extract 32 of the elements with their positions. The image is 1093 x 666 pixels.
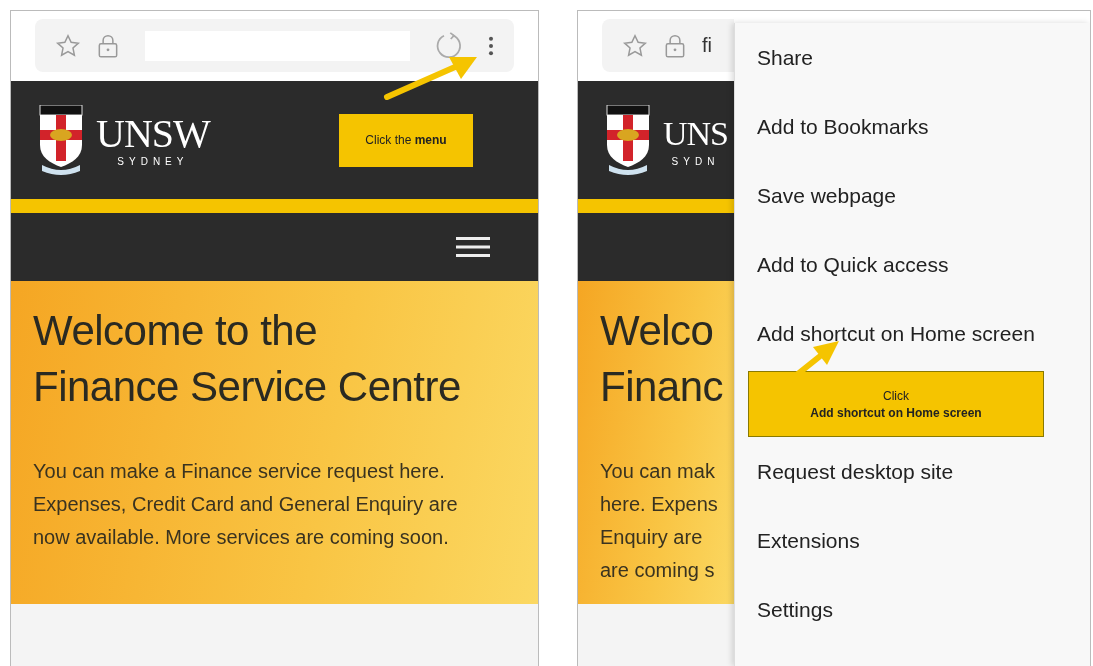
logo-wordmark: UNS [663,113,729,154]
star-icon[interactable] [622,32,648,59]
intro-text: You can mak [600,459,716,484]
more-menu-icon[interactable] [488,34,494,57]
page-heading: Welco [600,306,715,356]
intro-text: Enquiry are [600,525,704,550]
logo-subtitle: SYDN [671,155,720,167]
page-heading: Finance Service Centre [33,362,462,412]
menu-item[interactable]: Add shortcut on Home screen [735,299,1090,368]
menu-item[interactable]: Share [735,23,1090,92]
menu-icon[interactable] [456,235,490,259]
page-heading: Financ [600,362,725,412]
intro-text: are coming s [600,558,716,583]
reload-icon[interactable] [434,30,464,61]
logo-wordmark: UNSW [96,113,210,154]
intro-text: here. Expens [600,492,719,517]
callout-note: Click the menu [339,113,473,167]
callout-text: Click [883,388,909,403]
menu-item[interactable]: Extensions [735,506,1090,575]
menu-item[interactable]: Save webpage [735,161,1090,230]
menu-item[interactable]: Request desktop site [735,437,1090,506]
menu-item[interactable]: Add to Quick access [735,230,1090,299]
callout-text: Add shortcut on Home screen [810,405,982,420]
url-text[interactable]: fi [702,34,712,57]
menu-item[interactable]: Settings [735,575,1090,644]
page-heading: Welcome to the [33,306,319,356]
logo-subtitle: SYDNEY [117,155,189,167]
shield-crest-icon [605,105,651,175]
star-icon[interactable] [55,32,81,59]
shield-crest-icon [38,105,84,175]
intro-text: You can make a Finance service request here. Expenses, Credit Card and General Enquiry are now available. More services are coming soon. [33,459,458,550]
menu-item[interactable]: Add to Bookmarks [735,92,1090,161]
